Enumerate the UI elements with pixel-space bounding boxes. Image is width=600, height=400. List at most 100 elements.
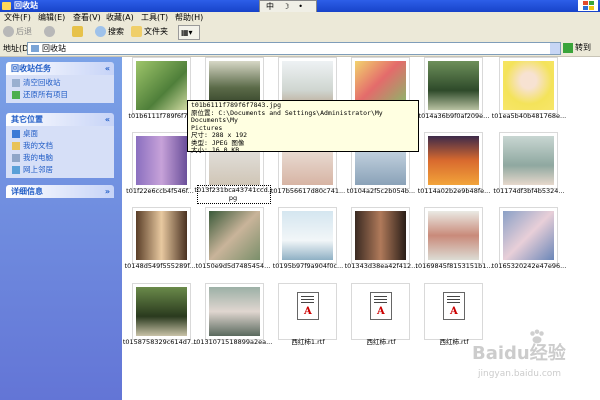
- other-places-title: 其它位置: [11, 115, 43, 124]
- file-thumbnail[interactable]: [424, 57, 483, 114]
- menu-edit[interactable]: 编辑(E): [38, 12, 65, 23]
- watermark-brand: Baidu经验: [472, 343, 566, 364]
- collapse-icon[interactable]: «: [105, 113, 110, 126]
- restore-icon: [12, 91, 20, 99]
- file-thumbnail[interactable]: [424, 132, 483, 189]
- document-icon: A: [370, 292, 392, 320]
- back-button[interactable]: 后退: [3, 25, 32, 38]
- file-thumbnail[interactable]: [499, 57, 558, 114]
- document-icon: A: [297, 292, 319, 320]
- recycle-bin-icon: [2, 2, 11, 10]
- views-icon: ▦▾: [181, 28, 193, 37]
- tooltip-original-location: 原位置: C:\Documents and Settings\Administr…: [191, 108, 383, 124]
- file-thumbnail[interactable]: [278, 207, 337, 264]
- empty-recycle-bin-link[interactable]: 清空回收站: [12, 78, 61, 87]
- details-title: 详细信息: [11, 187, 43, 196]
- punctuation-icon[interactable]: •: [298, 2, 303, 11]
- search-icon: [95, 26, 106, 37]
- file-name[interactable]: t01ea5b40b481768e...: [489, 112, 569, 120]
- file-name[interactable]: t0195b97f9a904f0c...: [268, 262, 348, 270]
- menu-view[interactable]: 查看(V): [73, 12, 101, 23]
- rtf-file-icon[interactable]: A: [351, 283, 410, 340]
- menu-help[interactable]: 帮助(H): [175, 12, 203, 23]
- expand-icon[interactable]: »: [105, 185, 110, 198]
- recycle-tasks-header[interactable]: 回收站任务 «: [6, 62, 114, 75]
- file-name[interactable]: t0158758329c614d7...: [120, 338, 200, 346]
- file-thumbnail[interactable]: [132, 207, 191, 264]
- file-name[interactable]: t0131071518899a2ea...: [193, 338, 273, 346]
- collapse-icon[interactable]: «: [105, 62, 110, 75]
- go-button[interactable]: 转到: [563, 42, 591, 54]
- address-input[interactable]: 回收站: [27, 42, 561, 55]
- recycle-tasks-body: 清空回收站 还原所有项目: [6, 75, 114, 103]
- file-thumbnail[interactable]: [132, 283, 191, 340]
- other-places-body: 桌面 我的文档 我的电脑 网上邻居: [6, 126, 114, 178]
- file-name[interactable]: t0104a2f5c2b054b...: [341, 187, 421, 195]
- moon-icon[interactable]: ☽: [283, 2, 290, 11]
- address-value: 回收站: [42, 44, 66, 53]
- place-my-documents-label: 我的文档: [23, 141, 53, 150]
- file-name[interactable]: t0148d549f555289f...: [120, 262, 200, 270]
- file-name[interactable]: t01f22e6ccb4f546f...: [120, 187, 200, 195]
- up-folder-button[interactable]: [72, 25, 85, 38]
- folders-label: 文件夹: [144, 27, 168, 36]
- folder-icon: [131, 26, 142, 37]
- file-name[interactable]: 西红柿1.rtf: [268, 338, 348, 346]
- file-name[interactable]: t0165320242e47e96...: [489, 262, 569, 270]
- toolbar: 后退 搜索 文件夹 ▦▾: [0, 23, 600, 41]
- search-button[interactable]: 搜索: [95, 25, 124, 38]
- views-button[interactable]: ▦▾: [178, 25, 200, 40]
- other-places-header[interactable]: 其它位置 «: [6, 113, 114, 126]
- file-name[interactable]: t017b56617d80c741...: [268, 187, 348, 195]
- rtf-file-icon[interactable]: A: [278, 283, 337, 340]
- desktop-icon: [12, 130, 20, 138]
- file-thumbnail[interactable]: [205, 283, 264, 340]
- address-dropdown-button[interactable]: [550, 43, 560, 54]
- menu-file[interactable]: 文件(F): [4, 12, 31, 23]
- empty-recycle-bin-label: 清空回收站: [23, 78, 61, 87]
- file-name[interactable]: t0150e9d5d7485454...: [193, 262, 273, 270]
- restore-all-link[interactable]: 还原所有项目: [12, 90, 68, 99]
- empty-bin-icon: [12, 79, 20, 87]
- file-thumbnail[interactable]: [205, 207, 264, 264]
- forward-arrow-icon: [44, 26, 55, 37]
- go-arrow-icon: [563, 42, 573, 53]
- place-network-link[interactable]: 网上邻居: [12, 165, 53, 174]
- menu-favorites[interactable]: 收藏(A): [106, 12, 134, 23]
- up-folder-icon: [72, 26, 83, 37]
- forward-button[interactable]: [44, 25, 57, 38]
- place-my-documents-link[interactable]: 我的文档: [12, 141, 53, 150]
- place-my-computer-link[interactable]: 我的电脑: [12, 153, 53, 162]
- ime-mode-label[interactable]: 中: [266, 2, 274, 11]
- menu-tools[interactable]: 工具(T): [141, 12, 168, 23]
- back-label: 后退: [16, 27, 32, 36]
- restore-all-label: 还原所有项目: [23, 90, 68, 99]
- place-desktop-link[interactable]: 桌面: [12, 129, 38, 138]
- back-arrow-icon: [3, 26, 14, 37]
- go-label: 转到: [575, 43, 591, 52]
- file-name[interactable]: t014a36b9f0af209e...: [414, 112, 494, 120]
- details-header[interactable]: 详细信息 »: [6, 185, 114, 198]
- file-name[interactable]: t01343d38ea42f412...: [341, 262, 421, 270]
- file-name[interactable]: t0169845f8153151b1...: [414, 262, 494, 270]
- search-label: 搜索: [108, 27, 124, 36]
- file-name[interactable]: t0114a02b2e9b48fe...: [414, 187, 494, 195]
- file-thumbnail[interactable]: [132, 57, 191, 114]
- file-name[interactable]: t01174df3bf4b5324...: [489, 187, 569, 195]
- file-name[interactable]: 西红柿.rtf: [341, 338, 421, 346]
- baidu-watermark: Baidu经验 jingyan.baidu.com: [472, 325, 597, 385]
- window-title: 回收站: [14, 1, 38, 10]
- file-thumbnail[interactable]: [499, 132, 558, 189]
- folders-button[interactable]: 文件夹: [131, 25, 168, 38]
- tooltip-size: 大小: 16.0 KB: [191, 146, 240, 154]
- file-info-tooltip: t01b6111f789f6f7843.jpg 原位置: C:\Document…: [187, 100, 419, 154]
- network-icon: [12, 166, 20, 174]
- file-thumbnail[interactable]: [424, 207, 483, 264]
- file-name-selected[interactable]: t013f231bca43741ccd.jpg: [193, 186, 273, 202]
- recycle-tasks-title: 回收站任务: [11, 64, 51, 73]
- file-thumbnail[interactable]: [351, 207, 410, 264]
- watermark-url: jingyan.baidu.com: [478, 369, 562, 379]
- file-thumbnail[interactable]: [132, 132, 191, 189]
- file-thumbnail[interactable]: [499, 207, 558, 264]
- windows-logo-icon: [578, 0, 598, 11]
